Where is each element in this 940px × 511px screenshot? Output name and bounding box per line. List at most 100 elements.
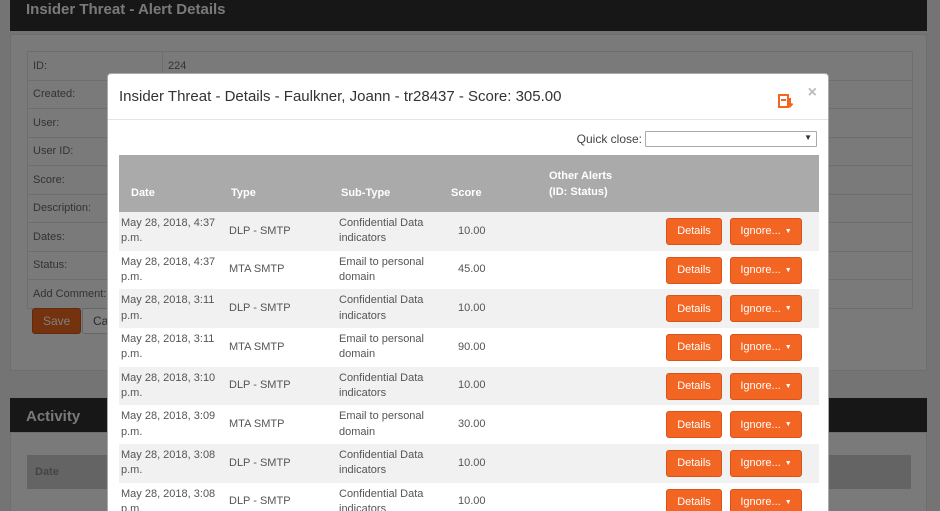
details-button[interactable]: Details — [666, 411, 722, 439]
details-button[interactable]: Details — [666, 256, 722, 284]
alert-row: May 28, 2018, 3:08 p.m. DLP - SMTP Confide… — [119, 482, 819, 511]
alert-other-alerts — [537, 289, 664, 329]
alert-row: May 28, 2018, 3:11 p.m. MTA SMTP Email to … — [119, 328, 819, 367]
alert-type: DLP - SMTP — [219, 289, 329, 329]
alert-subtype: Email to personal domain — [329, 328, 439, 367]
details-button[interactable]: Details — [666, 333, 722, 361]
details-button[interactable]: Details — [666, 372, 722, 400]
ignore-button-label: Ignore... — [740, 418, 781, 431]
alert-score: 45.00 — [439, 250, 537, 290]
ignore-button-label: Ignore... — [740, 496, 781, 509]
caret-down-icon: ▼ — [784, 305, 792, 313]
details-button[interactable]: Details — [666, 488, 722, 511]
ignore-cell: Ignore... ▼ — [728, 482, 819, 511]
alert-other-alerts — [537, 482, 664, 511]
ignore-button-label: Ignore... — [740, 380, 781, 393]
ignore-button-label: Ignore... — [740, 341, 781, 354]
quick-close-select[interactable]: ▼ — [645, 131, 817, 147]
alert-row: May 28, 2018, 4:37 p.m. DLP - SMTP Confide… — [119, 212, 819, 251]
alert-type: DLP - SMTP — [219, 212, 329, 251]
ignore-button-label: Ignore... — [740, 225, 781, 238]
alert-other-alerts — [537, 212, 664, 251]
details-cell: Details — [664, 366, 728, 406]
details-modal: Insider Threat - Details - Faulkner, Joa… — [107, 73, 829, 511]
alert-other-alerts — [537, 328, 664, 367]
alert-score: 10.00 — [439, 482, 537, 511]
column-header-type[interactable]: Type — [219, 155, 329, 212]
details-cell: Details — [664, 212, 728, 251]
alert-type: MTA SMTP — [219, 250, 329, 290]
alert-date: May 28, 2018, 3:11 p.m. — [119, 328, 219, 367]
alert-row: May 28, 2018, 3:11 p.m. DLP - SMTP Confide… — [119, 289, 819, 329]
caret-down-icon: ▼ — [784, 498, 792, 506]
alert-subtype: Email to personal domain — [329, 405, 439, 445]
chevron-down-icon: ▼ — [804, 133, 812, 142]
ignore-dropdown-button[interactable]: Ignore... ▼ — [730, 449, 802, 477]
quick-close-row: Quick close: ▼ — [577, 131, 817, 147]
ignore-dropdown-button[interactable]: Ignore... ▼ — [730, 295, 802, 323]
details-button-label: Details — [677, 496, 711, 509]
column-header-date[interactable]: Date — [119, 155, 219, 212]
ignore-dropdown-button[interactable]: Ignore... ▼ — [730, 411, 802, 439]
ignore-dropdown-button[interactable]: Ignore... ▼ — [730, 217, 802, 245]
alert-other-alerts — [537, 250, 664, 290]
details-cell: Details — [664, 444, 728, 483]
alert-score: 10.00 — [439, 212, 537, 251]
alert-type: MTA SMTP — [219, 405, 329, 445]
column-header-score[interactable]: Score — [439, 155, 537, 212]
close-icon[interactable]: × — [808, 84, 817, 102]
alert-other-alerts — [537, 405, 664, 445]
alert-date: May 28, 2018, 3:10 p.m. — [119, 366, 219, 406]
ignore-dropdown-button[interactable]: Ignore... ▼ — [730, 488, 802, 511]
details-cell: Details — [664, 482, 728, 511]
alerts-table-header: Date Type Sub-Type Score Other Alerts (I… — [119, 155, 819, 212]
alert-date: May 28, 2018, 3:11 p.m. — [119, 289, 219, 329]
alert-row: May 28, 2018, 3:10 p.m. DLP - SMTP Confide… — [119, 366, 819, 406]
alert-date: May 28, 2018, 4:37 p.m. — [119, 250, 219, 290]
alert-row: May 28, 2018, 3:08 p.m. DLP - SMTP Confide… — [119, 444, 819, 483]
modal-title: Insider Threat - Details - Faulkner, Joa… — [119, 88, 562, 105]
caret-down-icon: ▼ — [784, 227, 792, 235]
details-button[interactable]: Details — [666, 217, 722, 245]
ignore-cell: Ignore... ▼ — [728, 328, 819, 367]
details-button-label: Details — [677, 225, 711, 238]
details-button-label: Details — [677, 341, 711, 354]
ignore-dropdown-button[interactable]: Ignore... ▼ — [730, 333, 802, 361]
alert-row: May 28, 2018, 3:09 p.m. MTA SMTP Email to … — [119, 405, 819, 445]
caret-down-icon: ▼ — [784, 421, 792, 429]
alert-subtype: Confidential Data indicators — [329, 289, 439, 329]
ignore-cell: Ignore... ▼ — [728, 250, 819, 290]
caret-down-icon: ▼ — [784, 343, 792, 351]
alert-row: May 28, 2018, 4:37 p.m. MTA SMTP Email to … — [119, 250, 819, 290]
export-icon[interactable] — [778, 94, 794, 110]
details-button-label: Details — [677, 264, 711, 277]
column-header-subtype[interactable]: Sub-Type — [329, 155, 439, 212]
ignore-cell: Ignore... ▼ — [728, 289, 819, 329]
caret-down-icon: ▼ — [784, 382, 792, 390]
alert-score: 30.00 — [439, 405, 537, 445]
alert-score: 10.00 — [439, 366, 537, 406]
alert-score: 10.00 — [439, 289, 537, 329]
details-cell: Details — [664, 250, 728, 290]
ignore-button-label: Ignore... — [740, 457, 781, 470]
ignore-cell: Ignore... ▼ — [728, 405, 819, 445]
alert-subtype: Confidential Data indicators — [329, 482, 439, 511]
alert-type: DLP - SMTP — [219, 366, 329, 406]
alert-other-alerts — [537, 444, 664, 483]
alert-date: May 28, 2018, 4:37 p.m. — [119, 212, 219, 251]
ignore-button-label: Ignore... — [740, 302, 781, 315]
alert-type: DLP - SMTP — [219, 482, 329, 511]
details-cell: Details — [664, 289, 728, 329]
ignore-button-label: Ignore... — [740, 264, 781, 277]
alert-subtype: Email to personal domain — [329, 250, 439, 290]
column-header-ignore — [728, 155, 819, 212]
modal-header: Insider Threat - Details - Faulkner, Joa… — [108, 74, 828, 120]
ignore-dropdown-button[interactable]: Ignore... ▼ — [730, 256, 802, 284]
ignore-dropdown-button[interactable]: Ignore... ▼ — [730, 372, 802, 400]
alert-subtype: Confidential Data indicators — [329, 212, 439, 251]
alert-subtype: Confidential Data indicators — [329, 366, 439, 406]
column-header-other-alerts[interactable]: Other Alerts (ID: Status) — [537, 155, 664, 212]
caret-down-icon: ▼ — [784, 266, 792, 274]
details-button[interactable]: Details — [666, 295, 722, 323]
details-button[interactable]: Details — [666, 449, 722, 477]
